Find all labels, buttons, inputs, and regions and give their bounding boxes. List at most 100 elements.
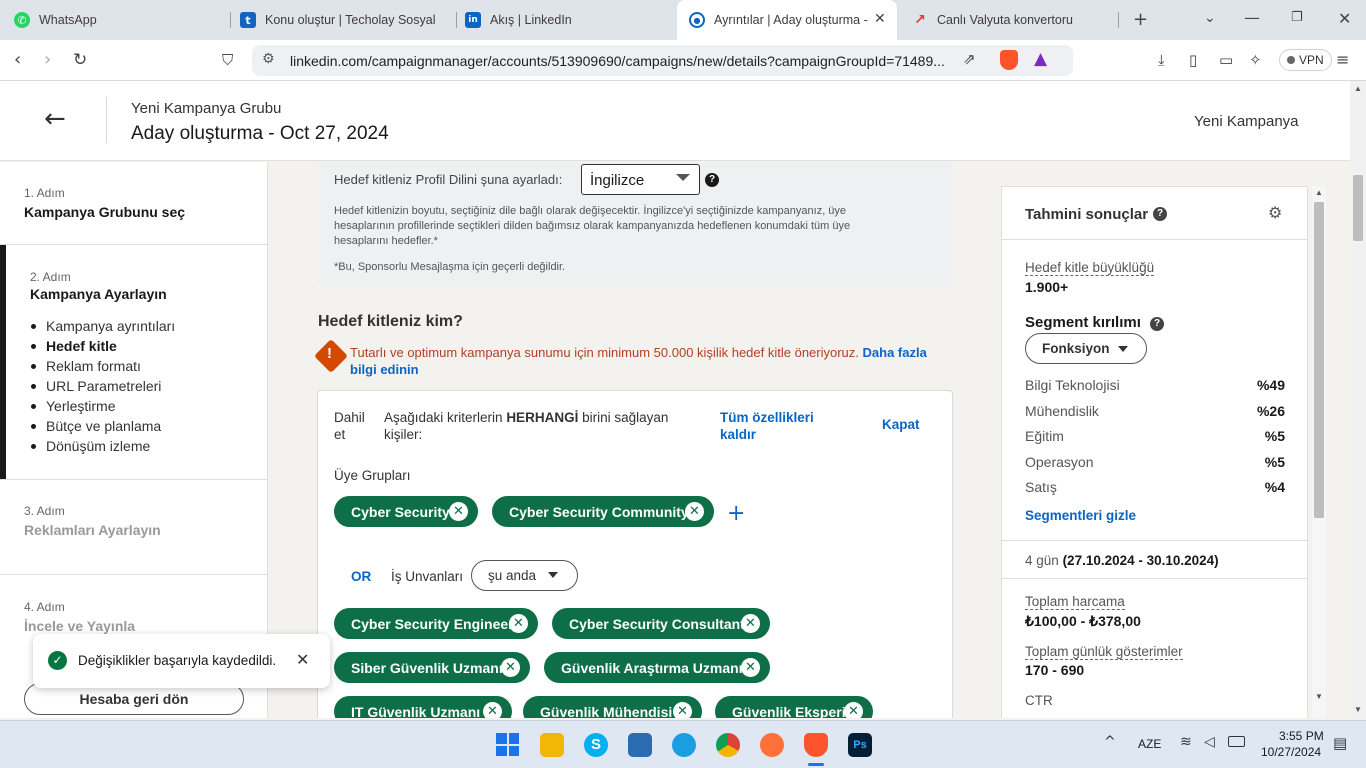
file-explorer-icon[interactable] (540, 733, 564, 757)
wallet-icon[interactable]: ▭ (1219, 48, 1233, 72)
sidebar-item-campaign-details[interactable]: Kampanya ayrıntıları (30, 318, 175, 334)
segment-row: Bilgi Teknolojisi %49 (1025, 377, 1285, 393)
store-icon[interactable] (628, 733, 652, 757)
chrome-icon[interactable] (716, 733, 740, 757)
tab-search-icon[interactable]: ⌄ (1204, 10, 1216, 26)
remove-pill-icon[interactable]: ✕ (501, 658, 520, 677)
hide-segments-link[interactable]: Segmentleri gizle (1025, 508, 1136, 523)
sidebar-item-budget[interactable]: Bütçe ve planlama (30, 418, 161, 434)
address-bar[interactable]: ⚙ linkedin.com/campaignmanager/accounts/… (252, 45, 1073, 76)
forward-icon[interactable]: › (44, 48, 51, 72)
photoshop-icon[interactable]: Ps (848, 733, 872, 757)
url-text[interactable]: linkedin.com/campaignmanager/accounts/51… (290, 53, 945, 69)
sidebar-item-ad-format[interactable]: Reklam formatı (31, 358, 141, 374)
step4-label: 4. Adım (24, 600, 65, 614)
reload-icon[interactable]: ↻ (73, 48, 87, 72)
tab-linkedin-feed[interactable]: in Akış | LinkedIn (465, 0, 665, 40)
keyboard-language[interactable]: AZE (1138, 737, 1161, 751)
job-title-pill[interactable]: Siber Güvenlik Uzmanı ✕ (334, 652, 530, 683)
vpn-button[interactable]: VPN (1279, 49, 1332, 71)
sidebar-item-audience[interactable]: Hedef kitle (31, 338, 117, 354)
remove-pill-icon[interactable]: ✕ (741, 614, 760, 633)
close-toast-icon[interactable]: ✕ (296, 650, 309, 669)
tab-techolay[interactable]: t Konu oluştur | Techolay Sosyal (240, 0, 450, 40)
notifications-icon[interactable]: ▤ (1333, 734, 1347, 752)
wifi-icon[interactable]: ≋ (1180, 734, 1192, 750)
tab-campaign-details[interactable]: ● Ayrıntılar | Aday oluşturma - ✕ (677, 0, 897, 40)
tab-whatsapp[interactable]: ✆ WhatsApp (14, 0, 224, 40)
clock-time[interactable]: 3:55 PM (1279, 729, 1324, 743)
help-icon[interactable]: ? (1153, 207, 1167, 221)
job-titles-time-select[interactable]: şu anda (471, 560, 578, 591)
step2-title[interactable]: Kampanya Ayarlayın (30, 286, 167, 302)
help-icon[interactable]: ? (705, 173, 719, 187)
remove-pill-icon[interactable]: ✕ (483, 702, 502, 718)
job-title-pill[interactable]: Güvenlik Eksperi ✕ (715, 696, 873, 718)
remove-pill-icon[interactable]: ✕ (685, 502, 704, 521)
close-window-icon[interactable]: ✕ (1338, 9, 1351, 28)
member-group-pill[interactable]: Cyber Security Community ✕ (492, 496, 714, 527)
skype-icon[interactable]: S (584, 733, 608, 757)
brave-shields-icon[interactable] (1000, 50, 1018, 70)
brave-rewards-icon[interactable]: ▲ (1034, 49, 1047, 69)
step2-label: 2. Adım (30, 270, 71, 284)
new-tab-icon[interactable]: + (1133, 9, 1148, 30)
new-campaign-label: Yeni Kampanya (1194, 113, 1299, 130)
member-group-pill[interactable]: Cyber Security ✕ (334, 496, 478, 527)
settings-gear-icon[interactable]: ⚙ (1268, 203, 1282, 222)
browser-toolbar: ‹ › ↻ ⛉ ⚙ linkedin.com/campaignmanager/a… (0, 40, 1366, 81)
minimize-icon[interactable]: — (1244, 8, 1260, 27)
help-icon[interactable]: ? (1150, 317, 1164, 331)
remove-pill-icon[interactable]: ✕ (673, 702, 692, 718)
techolay-icon: t (240, 12, 256, 28)
sidebar-item-url-params[interactable]: URL Parametreleri (30, 378, 161, 394)
page-scrollbar[interactable]: ▲ ▼ (1350, 81, 1366, 720)
segment-row: Eğitim %5 (1025, 428, 1285, 444)
back-arrow-icon[interactable]: ← (44, 105, 66, 133)
tray-chevron-icon[interactable]: ^ (1104, 734, 1116, 750)
language-select[interactable]: İngilizce (581, 164, 700, 195)
segment-select[interactable]: Fonksiyon (1025, 333, 1147, 364)
edge-icon[interactable] (672, 733, 696, 757)
downloads-icon[interactable]: ⤓ (1158, 48, 1165, 72)
brave-icon[interactable] (804, 733, 828, 757)
menu-icon[interactable]: ≡ (1336, 48, 1349, 72)
clock-date[interactable]: 10/27/2024 (1261, 745, 1321, 759)
add-member-group-icon[interactable]: + (727, 501, 745, 526)
remove-pill-icon[interactable]: ✕ (741, 658, 760, 677)
warning-icon: ! (327, 345, 332, 362)
remove-pill-icon[interactable]: ✕ (844, 702, 863, 718)
site-info-icon[interactable]: ⚙ (262, 51, 275, 67)
check-circle-icon: ✓ (48, 651, 67, 670)
volume-icon[interactable]: ◁ (1204, 734, 1215, 750)
job-title-pill[interactable]: Cyber Security Engineer ✕ (334, 608, 538, 639)
language-label: Hedef kitleniz Profil Dilini şuna ayarla… (334, 172, 563, 187)
tab-currency[interactable]: ↗ Canlı Valyuta konvertoru (912, 0, 1112, 40)
sidebar-icon[interactable]: ▯ (1189, 48, 1197, 72)
targeting-card: Dahil et Aşağıdaki kriterlerin HERHANGİ … (317, 390, 953, 718)
battery-icon[interactable] (1228, 736, 1245, 747)
job-title-pill[interactable]: IT Güvenlik Uzmanı ✕ (334, 696, 512, 718)
sidebar-item-conversion[interactable]: Dönüşüm izleme (30, 438, 150, 454)
close-button[interactable]: Kapat (882, 417, 920, 432)
job-title-pill[interactable]: Cyber Security Consultant ✕ (552, 608, 770, 639)
remove-pill-icon[interactable]: ✕ (509, 614, 528, 633)
back-icon[interactable]: ‹ (14, 48, 21, 72)
language-note: Hedef kitlenizin boyutu, seçtiğiniz dile… (334, 205, 851, 247)
bookmark-icon[interactable]: ⛉ (222, 48, 233, 72)
panel-scrollbar[interactable]: ▲ ▼ (1312, 186, 1326, 718)
remove-pill-icon[interactable]: ✕ (449, 502, 468, 521)
remove-all-button[interactable]: Tüm özellikleri kaldır (720, 409, 830, 443)
job-title-pill[interactable]: Güvenlik Araştırma Uzmanı ✕ (544, 652, 770, 683)
firefox-icon[interactable] (760, 733, 784, 757)
header-divider (106, 97, 107, 143)
share-icon[interactable]: ⇗ (963, 50, 976, 68)
close-tab-icon[interactable]: ✕ (874, 11, 886, 27)
job-title-pill[interactable]: Güvenlik Mühendisi ✕ (523, 696, 702, 718)
restore-icon[interactable]: ❐ (1291, 10, 1303, 25)
leo-ai-icon[interactable]: ✧ (1249, 48, 1262, 72)
start-windows-icon[interactable] (496, 733, 519, 756)
sidebar-item-placement[interactable]: Yerleştirme (31, 398, 116, 414)
daily-impressions-value: 170 - 690 (1025, 662, 1085, 678)
step1-title[interactable]: Kampanya Grubunu seç (24, 204, 185, 220)
